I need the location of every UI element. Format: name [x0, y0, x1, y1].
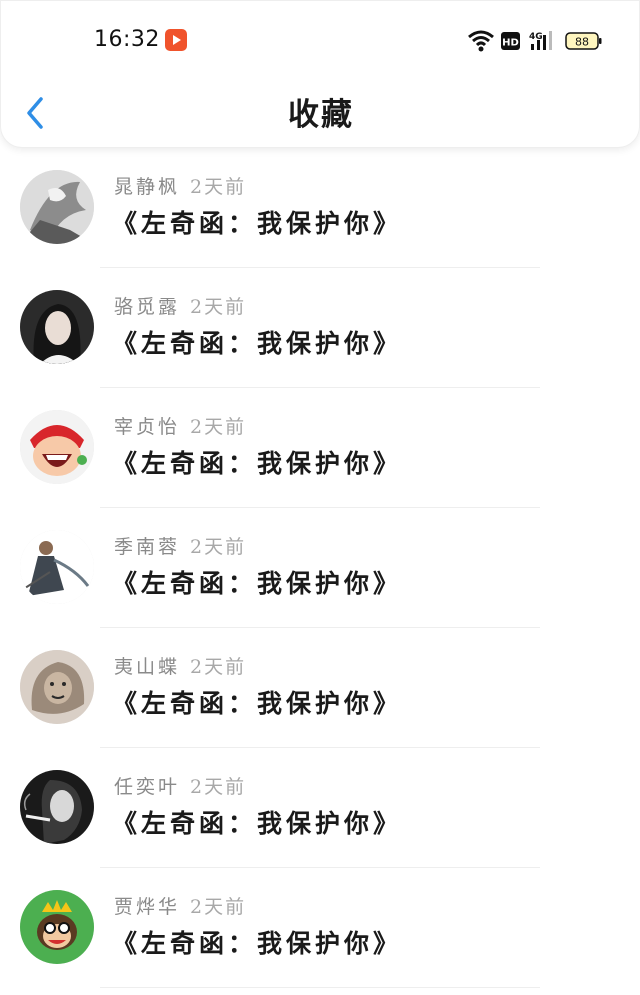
user-meta: 骆觅露 2天前	[114, 292, 246, 319]
signal-icon: 4G	[529, 31, 552, 50]
wifi-icon	[468, 30, 494, 52]
list-item[interactable]: 晁静枫 2天前 《左奇函：我保护你》	[0, 148, 640, 268]
divider	[100, 987, 540, 988]
user-meta: 贾烨华 2天前	[114, 892, 246, 919]
user-name: 季南蓉	[114, 536, 181, 558]
list-item[interactable]: 季南蓉 2天前 《左奇函：我保护你》	[0, 508, 640, 628]
work-title[interactable]: 《左奇函：我保护你》	[112, 924, 402, 960]
svg-text:88: 88	[575, 36, 589, 49]
status-bar: 16:32 HD 4G 88	[1, 1, 640, 81]
avatar[interactable]	[20, 170, 94, 244]
time-ago: 2天前	[190, 536, 247, 558]
time-ago: 2天前	[190, 656, 247, 678]
status-icons: HD 4G 88	[468, 30, 602, 52]
user-name: 晁静枫	[114, 176, 181, 198]
list-item[interactable]: 宰贞怡 2天前 《左奇函：我保护你》	[0, 388, 640, 508]
time-ago: 2天前	[190, 416, 247, 438]
user-name: 宰贞怡	[114, 416, 181, 438]
favorites-list: 晁静枫 2天前 《左奇函：我保护你》 骆觅露 2天前 《左奇函：我保护你》 宰贞…	[0, 148, 640, 988]
status-time: 16:32	[94, 27, 160, 52]
list-item[interactable]: 任奕叶 2天前 《左奇函：我保护你》	[0, 748, 640, 868]
list-item[interactable]: 骆觅露 2天前 《左奇函：我保护你》	[0, 268, 640, 388]
svg-text:HD: HD	[502, 38, 519, 49]
avatar[interactable]	[20, 410, 94, 484]
time-ago: 2天前	[190, 896, 247, 918]
user-meta: 季南蓉 2天前	[114, 532, 246, 559]
user-meta: 宰贞怡 2天前	[114, 412, 246, 439]
work-title[interactable]: 《左奇函：我保护你》	[112, 204, 402, 240]
user-meta: 晁静枫 2天前	[114, 172, 246, 199]
time-ago: 2天前	[190, 296, 247, 318]
work-title[interactable]: 《左奇函：我保护你》	[112, 804, 402, 840]
list-item[interactable]: 贾烨华 2天前 《左奇函：我保护你》	[0, 868, 640, 988]
avatar[interactable]	[20, 290, 94, 364]
svg-text:4G: 4G	[529, 32, 543, 42]
avatar[interactable]	[20, 530, 94, 604]
battery-icon: 88	[565, 32, 602, 50]
user-name: 贾烨华	[114, 896, 181, 918]
user-name: 骆觅露	[114, 296, 181, 318]
user-meta: 任奕叶 2天前	[114, 772, 246, 799]
page-title: 收藏	[288, 97, 354, 133]
user-name: 任奕叶	[114, 776, 181, 798]
user-name: 夷山蝶	[114, 656, 181, 678]
avatar[interactable]	[20, 650, 94, 724]
hd-icon: HD	[501, 32, 520, 50]
avatar[interactable]	[20, 770, 94, 844]
work-title[interactable]: 《左奇函：我保护你》	[112, 444, 402, 480]
video-app-icon	[165, 29, 187, 51]
avatar[interactable]	[20, 890, 94, 964]
work-title[interactable]: 《左奇函：我保护你》	[112, 564, 402, 600]
list-item[interactable]: 夷山蝶 2天前 《左奇函：我保护你》	[0, 628, 640, 748]
top-header: 16:32 HD 4G 88 收藏	[0, 0, 640, 148]
time-ago: 2天前	[190, 176, 247, 198]
time-ago: 2天前	[190, 776, 247, 798]
user-meta: 夷山蝶 2天前	[114, 652, 246, 679]
work-title[interactable]: 《左奇函：我保护你》	[112, 324, 402, 360]
work-title[interactable]: 《左奇函：我保护你》	[112, 684, 402, 720]
